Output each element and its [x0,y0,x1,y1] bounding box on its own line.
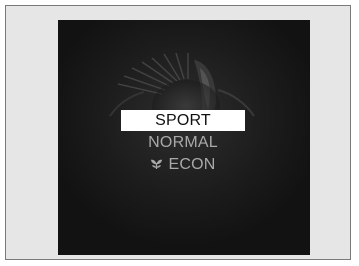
drive-mode-normal[interactable]: NORMAL [121,132,245,153]
drive-mode-econ-label: ECON [168,156,216,173]
drive-mode-menu: SPORT NORMAL ECON [58,110,310,176]
drive-mode-sport[interactable]: SPORT [121,110,245,131]
instrument-display: SPORT NORMAL ECON [58,20,310,255]
drive-mode-econ[interactable]: ECON [121,154,245,175]
drive-mode-normal-label: NORMAL [148,134,218,151]
eco-leaf-icon [151,159,163,169]
illustration-frame: SPORT NORMAL ECON [5,5,351,260]
drive-mode-sport-label: SPORT [155,112,211,129]
